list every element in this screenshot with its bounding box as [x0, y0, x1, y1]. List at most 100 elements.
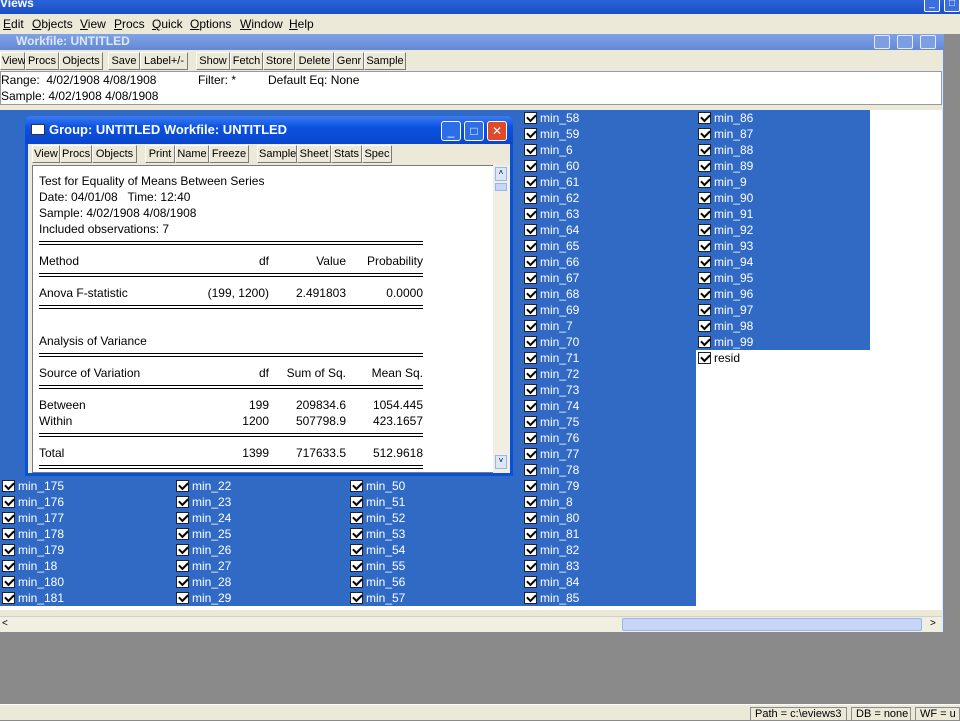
- series-item[interactable]: min_175: [0, 478, 174, 494]
- series-item[interactable]: min_52: [348, 510, 522, 526]
- scroll-thumb[interactable]: [622, 618, 922, 631]
- scroll-down-icon[interactable]: ˅: [495, 455, 507, 469]
- series-item[interactable]: min_85: [522, 590, 696, 606]
- series-item[interactable]: min_9: [696, 174, 870, 190]
- series-item[interactable]: min_23: [174, 494, 348, 510]
- workfile-maximize-button[interactable]: [897, 35, 913, 49]
- series-item[interactable]: min_83: [522, 558, 696, 574]
- series-item[interactable]: min_6: [522, 142, 696, 158]
- series-item[interactable]: min_64: [522, 222, 696, 238]
- series-item[interactable]: min_76: [522, 430, 696, 446]
- series-item[interactable]: min_177: [0, 510, 174, 526]
- series-item[interactable]: min_70: [522, 334, 696, 350]
- series-item-resid[interactable]: resid: [696, 350, 866, 366]
- group-title-bar[interactable]: Group: UNTITLED Workfile: UNTITLED: [25, 116, 513, 144]
- scroll-left-icon[interactable]: <: [2, 618, 8, 629]
- series-item[interactable]: min_71: [522, 350, 696, 366]
- grp-name-button[interactable]: Name: [175, 145, 209, 163]
- series-item[interactable]: min_24: [174, 510, 348, 526]
- menu-options[interactable]: Options: [190, 17, 231, 31]
- series-item[interactable]: min_176: [0, 494, 174, 510]
- series-item[interactable]: min_78: [522, 462, 696, 478]
- range-label[interactable]: Range: 4/02/1908 4/08/1908: [1, 73, 156, 87]
- scroll-up-icon[interactable]: ˄: [495, 167, 507, 181]
- series-item[interactable]: min_58: [522, 110, 696, 126]
- wf-view-button[interactable]: View: [0, 52, 26, 70]
- series-item[interactable]: min_99: [696, 334, 870, 350]
- series-item[interactable]: min_74: [522, 398, 696, 414]
- menu-window[interactable]: Window: [240, 17, 283, 31]
- series-item[interactable]: min_181: [0, 590, 174, 606]
- filter-label[interactable]: Filter: *: [198, 73, 236, 87]
- series-item[interactable]: min_86: [696, 110, 870, 126]
- wf-store-button[interactable]: Store: [263, 52, 295, 70]
- series-item[interactable]: min_29: [174, 590, 348, 606]
- series-item[interactable]: min_180: [0, 574, 174, 590]
- series-item[interactable]: min_26: [174, 542, 348, 558]
- series-item[interactable]: min_72: [522, 366, 696, 382]
- series-item[interactable]: min_77: [522, 446, 696, 462]
- series-item[interactable]: min_54: [348, 542, 522, 558]
- series-item[interactable]: min_62: [522, 190, 696, 206]
- series-item[interactable]: min_81: [522, 526, 696, 542]
- grp-stats-button[interactable]: Stats: [331, 145, 362, 163]
- series-item[interactable]: min_60: [522, 158, 696, 174]
- series-item[interactable]: min_79: [522, 478, 696, 494]
- group-maximize-button[interactable]: □: [464, 121, 484, 141]
- wf-genr-button[interactable]: Genr: [334, 52, 364, 70]
- series-item[interactable]: min_65: [522, 238, 696, 254]
- series-item[interactable]: min_66: [522, 254, 696, 270]
- menu-objects[interactable]: Objects: [32, 17, 73, 31]
- wf-fetch-button[interactable]: Fetch: [230, 52, 263, 70]
- series-item[interactable]: min_178: [0, 526, 174, 542]
- vertical-scrollbar[interactable]: ˄ ˅: [493, 165, 510, 473]
- grp-procs-button[interactable]: Procs: [60, 145, 92, 163]
- scroll-right-icon[interactable]: >: [930, 618, 936, 629]
- wf-delete-button[interactable]: Delete: [295, 52, 334, 70]
- series-item[interactable]: min_91: [696, 206, 870, 222]
- grp-sheet-button[interactable]: Sheet: [297, 145, 331, 163]
- series-item[interactable]: min_28: [174, 574, 348, 590]
- series-item[interactable]: min_88: [696, 142, 870, 158]
- wf-procs-button[interactable]: Procs: [25, 52, 59, 70]
- series-item[interactable]: min_89: [696, 158, 870, 174]
- grp-view-button[interactable]: View: [32, 145, 60, 163]
- workfile-close-button[interactable]: [920, 35, 936, 49]
- group-close-button[interactable]: ✕: [487, 121, 507, 141]
- series-item[interactable]: min_93: [696, 238, 870, 254]
- series-item[interactable]: min_63: [522, 206, 696, 222]
- menu-procs[interactable]: Procs: [114, 17, 145, 31]
- workfile-title-bar[interactable]: Workfile: UNTITLED: [0, 34, 944, 50]
- series-item[interactable]: min_67: [522, 270, 696, 286]
- series-item[interactable]: min_75: [522, 414, 696, 430]
- series-item[interactable]: min_59: [522, 126, 696, 142]
- series-item[interactable]: min_55: [348, 558, 522, 574]
- series-item[interactable]: min_84: [522, 574, 696, 590]
- grp-sample-button[interactable]: Sample: [257, 145, 297, 163]
- wf-label-button[interactable]: Label+/-: [140, 52, 188, 70]
- series-item[interactable]: min_8: [522, 494, 696, 510]
- series-item[interactable]: min_179: [0, 542, 174, 558]
- series-item[interactable]: min_7: [522, 318, 696, 334]
- horizontal-scrollbar[interactable]: < >: [0, 616, 942, 632]
- series-item[interactable]: min_80: [522, 510, 696, 526]
- series-item[interactable]: min_57: [348, 590, 522, 606]
- series-item[interactable]: min_61: [522, 174, 696, 190]
- app-minimize-button[interactable]: _: [924, 0, 940, 12]
- series-item[interactable]: min_18: [0, 558, 174, 574]
- menu-edit[interactable]: Edit: [3, 17, 24, 31]
- wf-save-button[interactable]: Save: [108, 52, 140, 70]
- series-item[interactable]: min_73: [522, 382, 696, 398]
- series-item[interactable]: min_27: [174, 558, 348, 574]
- series-item[interactable]: min_94: [696, 254, 870, 270]
- series-item[interactable]: min_92: [696, 222, 870, 238]
- series-item[interactable]: min_87: [696, 126, 870, 142]
- series-item[interactable]: min_56: [348, 574, 522, 590]
- series-item[interactable]: min_90: [696, 190, 870, 206]
- wf-sample-button[interactable]: Sample: [364, 52, 406, 70]
- grp-spec-button[interactable]: Spec: [362, 145, 392, 163]
- series-item[interactable]: min_68: [522, 286, 696, 302]
- workfile-minimize-button[interactable]: [874, 35, 890, 49]
- scroll-thumb[interactable]: [495, 183, 507, 191]
- series-item[interactable]: min_50: [348, 478, 522, 494]
